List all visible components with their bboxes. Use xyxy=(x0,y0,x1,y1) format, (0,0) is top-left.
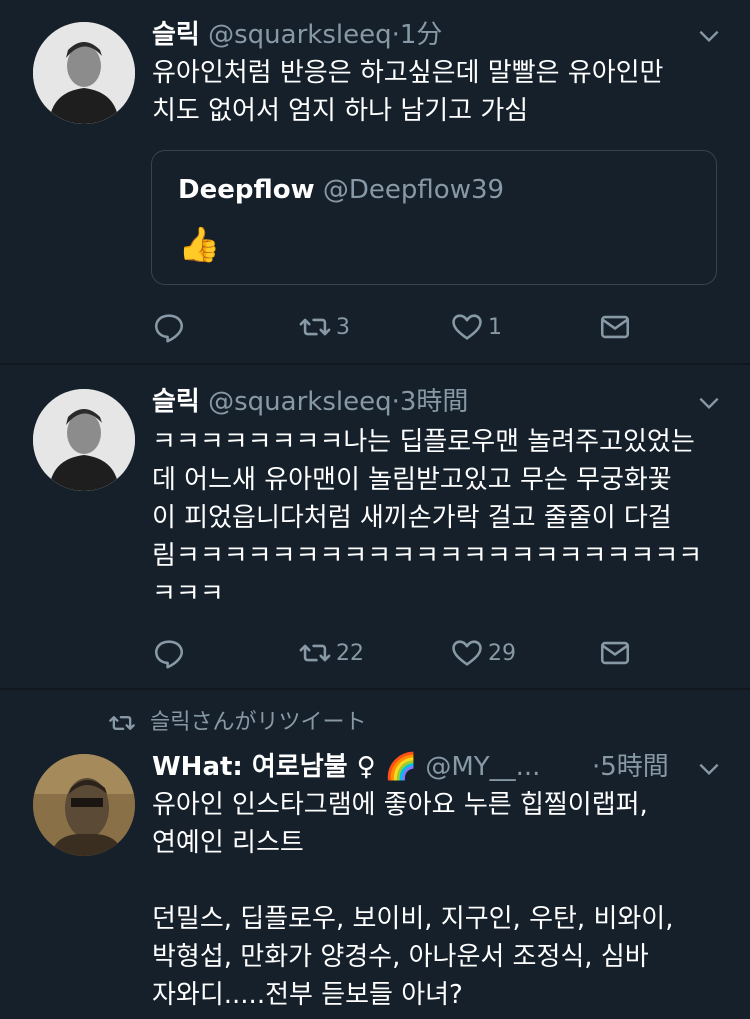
tweet-text: 유아인처럼 반응은 하고싶은데 말빨은 유아인만 치도 없어서 엄지 하나 남기… xyxy=(152,58,664,126)
retweet-button[interactable]: 3 xyxy=(298,307,350,347)
direct-message-button[interactable] xyxy=(598,307,632,347)
tweet-text: 유아인 인스타그램에 좋아요 누른 힙찔이랩퍼, 연예인 리스트 던밀스, 딥플… xyxy=(152,790,674,1010)
retweet-count: 3 xyxy=(336,314,350,340)
timestamp[interactable]: 5時間 xyxy=(600,752,669,782)
envelope-icon xyxy=(600,315,630,339)
author-handle[interactable]: @squarksleeq xyxy=(208,20,391,50)
avatar[interactable] xyxy=(33,22,135,124)
like-button[interactable]: 1 xyxy=(450,307,502,347)
separator-dot: · xyxy=(391,387,400,417)
tweet-3[interactable]: WHat: 여로남불 ♀ 🌈 @MY__... ·5時間 유아인 인스타그램에 … xyxy=(0,690,750,1019)
timestamp[interactable]: 3時間 xyxy=(400,387,469,417)
retweet-count: 22 xyxy=(336,640,364,666)
reply-button[interactable] xyxy=(152,633,186,673)
retweet-icon xyxy=(299,318,331,336)
tweet-1[interactable]: 슬릭 @squarksleeq·1分 유아인처럼 반응은 하고싶은데 말빨은 유… xyxy=(0,0,750,363)
reply-button[interactable] xyxy=(152,307,186,347)
quoted-author-handle: @Deepflow39 xyxy=(322,175,505,205)
quoted-tweet-text: 👍 xyxy=(178,225,221,265)
retweet-icon xyxy=(299,644,331,662)
envelope-icon xyxy=(600,641,630,665)
chevron-down-icon[interactable] xyxy=(696,23,722,49)
action-bar: 22 29 xyxy=(152,633,712,673)
timestamp[interactable]: 1分 xyxy=(400,20,443,50)
avatar[interactable] xyxy=(33,389,135,491)
like-count: 29 xyxy=(488,640,516,666)
quoted-author-name: Deepflow xyxy=(178,175,315,205)
avatar[interactable] xyxy=(33,754,135,856)
tweet-header: 슬릭 @squarksleeq·3時間 xyxy=(152,385,468,419)
separator-dot: · xyxy=(391,20,400,50)
tweet-2[interactable]: 슬릭 @squarksleeq·3時間 ㅋㅋㅋㅋㅋㅋㅋㅋ나는 딥플로우맨 놀려주… xyxy=(0,365,750,688)
heart-icon xyxy=(452,314,482,340)
author-name[interactable]: 슬릭 xyxy=(152,20,200,50)
tweet-header: 슬릭 @squarksleeq·1分 xyxy=(152,18,442,52)
author-name[interactable]: WHat: 여로남불 ♀ 🌈 xyxy=(152,752,417,782)
like-button[interactable]: 29 xyxy=(450,633,516,673)
heart-icon xyxy=(452,640,482,666)
reply-icon xyxy=(154,314,184,343)
like-count: 1 xyxy=(488,314,502,340)
tweet-text: ㅋㅋㅋㅋㅋㅋㅋㅋ나는 딥플로우맨 놀려주고있었는 데 어느새 유아맨이 놀림받고… xyxy=(152,427,703,609)
reply-icon xyxy=(154,640,184,669)
direct-message-button[interactable] xyxy=(598,633,632,673)
action-bar: 3 1 xyxy=(152,307,712,347)
author-handle[interactable]: @squarksleeq xyxy=(208,387,391,417)
chevron-down-icon[interactable] xyxy=(696,756,722,782)
quoted-header: Deepflow @Deepflow39 xyxy=(178,173,504,207)
timestamp-group: ·5時間 xyxy=(592,750,669,784)
author-handle[interactable]: @MY__... xyxy=(425,752,540,782)
author-name[interactable]: 슬릭 xyxy=(152,387,200,417)
tweet-header: WHat: 여로남불 ♀ 🌈 @MY__... xyxy=(152,750,540,784)
retweet-button[interactable]: 22 xyxy=(298,633,364,673)
chevron-down-icon[interactable] xyxy=(696,390,722,416)
quoted-tweet[interactable]: Deepflow @Deepflow39 👍 xyxy=(151,150,717,285)
